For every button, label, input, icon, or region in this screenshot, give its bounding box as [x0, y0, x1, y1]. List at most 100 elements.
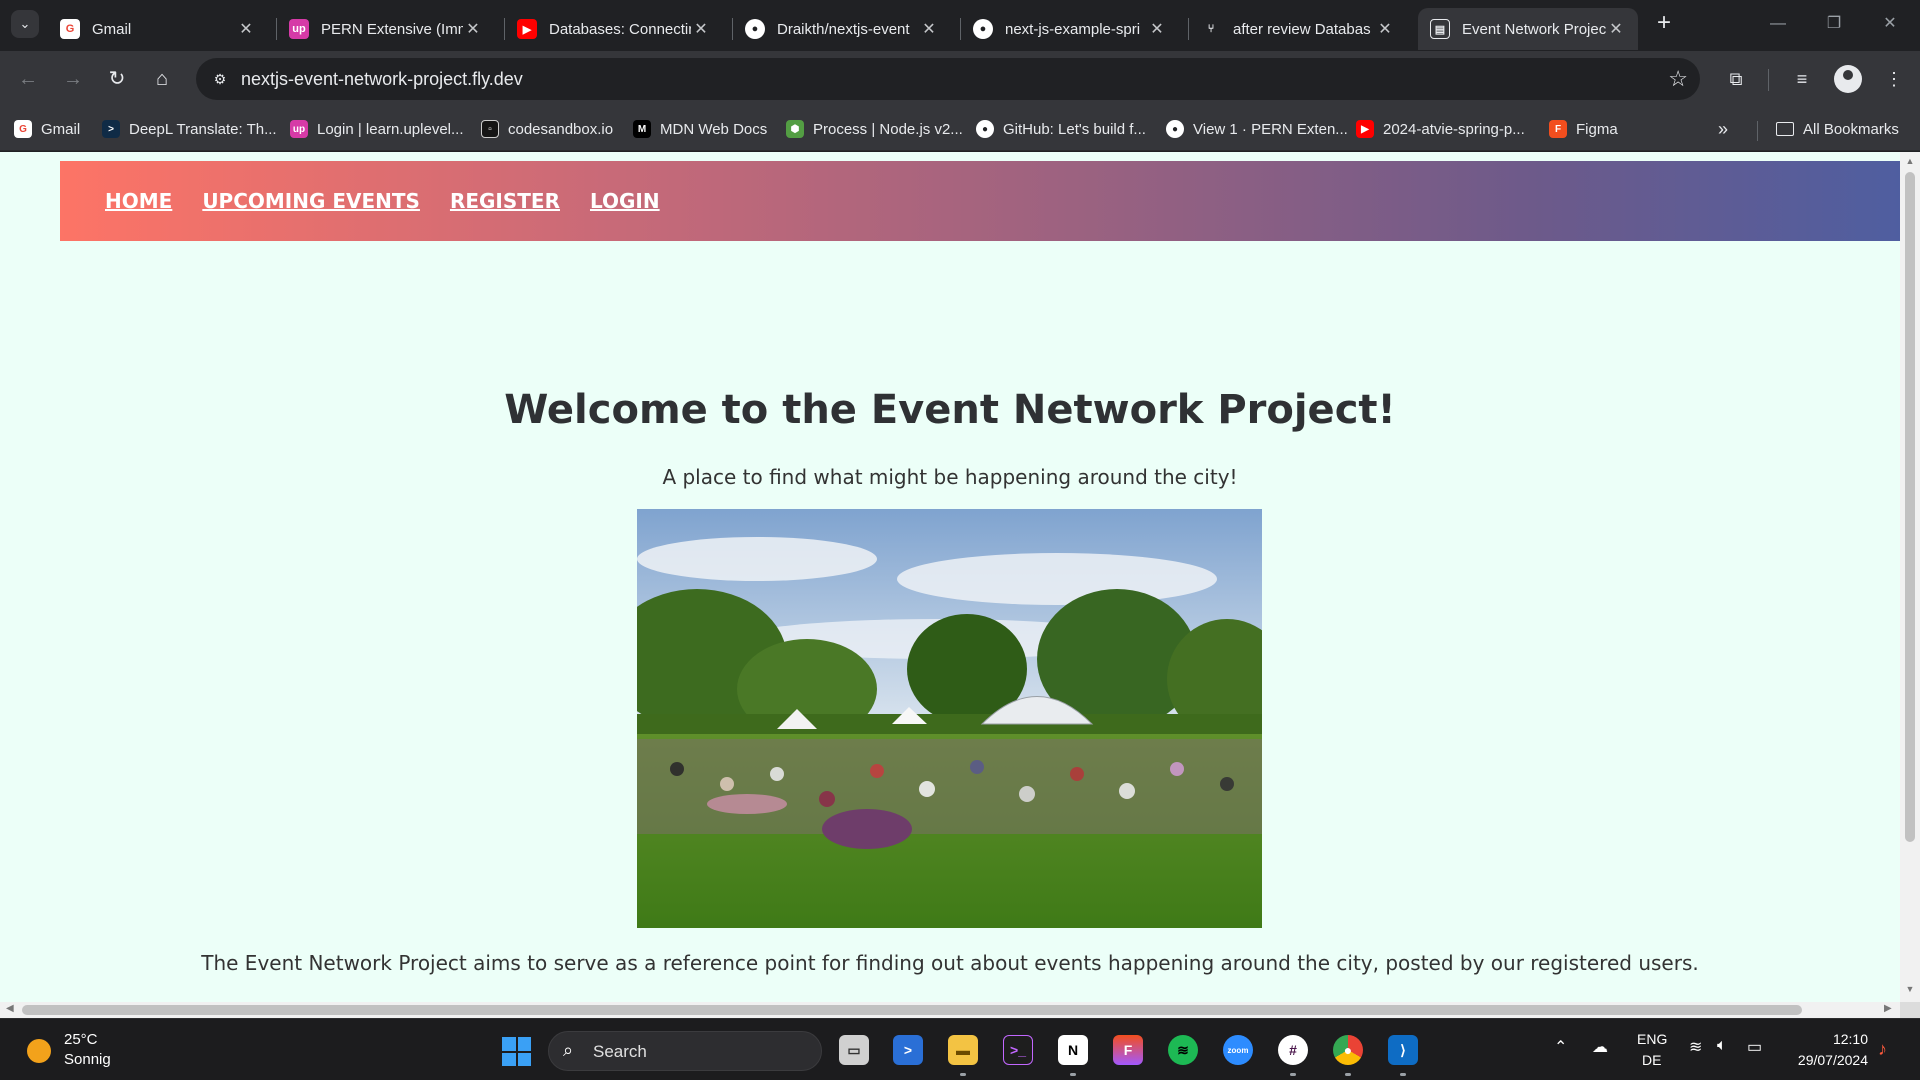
- bookmark-github[interactable]: ● GitHub: Let's build f...: [976, 117, 1146, 141]
- back-button[interactable]: ←: [12, 63, 44, 95]
- weather-temperature[interactable]: 25°C: [64, 1031, 98, 1048]
- bookmark-figma[interactable]: F Figma: [1549, 117, 1618, 141]
- github-icon: ●: [976, 120, 994, 138]
- all-bookmarks-button[interactable]: All Bookmarks: [1776, 117, 1899, 141]
- task-view-icon[interactable]: ▭: [839, 1035, 869, 1065]
- vertical-scroll-thumb[interactable]: [1905, 172, 1915, 842]
- window-close-button[interactable]: ✕: [1862, 8, 1918, 40]
- github-icon: ●: [973, 19, 993, 39]
- tab-after-review[interactable]: ⑂ after review Databas ✕: [1189, 8, 1407, 50]
- nav-login-link[interactable]: LOGIN: [590, 189, 660, 213]
- vscode-icon[interactable]: ⟩: [1388, 1035, 1418, 1065]
- close-icon[interactable]: ✕: [919, 19, 939, 39]
- horizontal-scroll-thumb[interactable]: [22, 1005, 1802, 1015]
- nav-home-link[interactable]: HOME: [105, 189, 172, 213]
- notion-icon[interactable]: N: [1058, 1035, 1088, 1065]
- tab-title: PERN Extensive (Imm: [321, 20, 463, 38]
- tab-github-nextjs-event[interactable]: ● Draikth/nextjs-event ✕: [733, 8, 951, 50]
- onedrive-icon[interactable]: ☁: [1592, 1037, 1608, 1057]
- notification-bell-icon[interactable]: ♪: [1878, 1039, 1887, 1060]
- clock-date[interactable]: 29/07/2024: [1768, 1052, 1868, 1068]
- close-icon[interactable]: ✕: [463, 19, 483, 39]
- all-bookmarks-label: All Bookmarks: [1803, 120, 1899, 138]
- minimize-button[interactable]: —: [1750, 8, 1806, 40]
- file-explorer-icon[interactable]: ▬: [948, 1035, 978, 1065]
- keyboard-layout-indicator[interactable]: DE: [1642, 1052, 1661, 1068]
- clock-time[interactable]: 12:10: [1788, 1031, 1868, 1047]
- bookmark-codesandbox[interactable]: ▫ codesandbox.io: [481, 117, 613, 141]
- github-icon: ●: [745, 19, 765, 39]
- terminal-icon[interactable]: >_: [1003, 1035, 1033, 1065]
- wifi-icon[interactable]: ≋: [1689, 1037, 1702, 1057]
- language-indicator[interactable]: ENG: [1637, 1031, 1667, 1047]
- taskbar-search[interactable]: ⌕ Search: [548, 1031, 822, 1071]
- tab-search-button[interactable]: ⌄: [11, 10, 39, 38]
- gmail-icon: G: [14, 120, 32, 138]
- close-icon[interactable]: ✕: [1606, 19, 1626, 39]
- close-icon[interactable]: ✕: [1147, 19, 1167, 39]
- zoom-icon[interactable]: zoom: [1223, 1035, 1253, 1065]
- home-button[interactable]: ⌂: [146, 63, 178, 95]
- nav-register-link[interactable]: REGISTER: [450, 189, 560, 213]
- close-icon[interactable]: ✕: [691, 19, 711, 39]
- weather-description[interactable]: Sonnig: [64, 1051, 111, 1068]
- youtube-icon: ▶: [1356, 120, 1374, 138]
- site-info-icon[interactable]: ⚙: [208, 67, 232, 91]
- address-bar[interactable]: ⚙ nextjs-event-network-project.fly.dev ☆: [196, 58, 1700, 100]
- app-running-indicator: [1400, 1073, 1406, 1076]
- slack-icon[interactable]: #: [1278, 1035, 1308, 1065]
- tab-event-network[interactable]: ▤ Event Network Projec ✕: [1418, 8, 1638, 50]
- volume-icon[interactable]: 🔈︎: [1717, 1037, 1727, 1055]
- extensions-icon[interactable]: ⧉: [1720, 63, 1752, 95]
- tab-title: Event Network Projec: [1462, 20, 1606, 38]
- page-icon: ▤: [1430, 19, 1450, 39]
- figma-icon[interactable]: F: [1113, 1035, 1143, 1065]
- github-icon: ●: [1166, 120, 1184, 138]
- profile-avatar[interactable]: [1834, 65, 1862, 93]
- bookmark-label: GitHub: Let's build f...: [1003, 120, 1146, 138]
- windows-start-icon[interactable]: [502, 1037, 531, 1066]
- chrome-icon[interactable]: ●: [1333, 1035, 1363, 1065]
- close-icon[interactable]: ✕: [236, 19, 256, 39]
- scroll-up-icon[interactable]: ▲: [1905, 156, 1915, 166]
- menu-icon[interactable]: ⋮: [1878, 63, 1910, 95]
- bookmark-github-view[interactable]: ● View 1 · PERN Exten...: [1166, 117, 1348, 141]
- vertical-scrollbar[interactable]: ▲ ▼: [1900, 152, 1920, 1002]
- close-icon[interactable]: ✕: [1375, 19, 1395, 39]
- sun-icon[interactable]: [27, 1039, 51, 1063]
- restore-button[interactable]: ❐: [1806, 8, 1862, 40]
- tab-databases[interactable]: ▶ Databases: Connectin ✕: [505, 8, 723, 50]
- battery-icon[interactable]: ▭: [1747, 1037, 1762, 1057]
- spotify-icon[interactable]: ≋: [1168, 1035, 1198, 1065]
- scroll-left-icon[interactable]: ◀: [6, 1003, 14, 1014]
- media-control-icon[interactable]: ≡: [1786, 63, 1818, 95]
- reload-button[interactable]: ↻: [101, 63, 133, 95]
- app-running-indicator: [1345, 1073, 1351, 1076]
- tab-pern-extensive[interactable]: up PERN Extensive (Imm ✕: [277, 8, 495, 50]
- deepl-icon: >: [102, 120, 120, 138]
- new-tab-button[interactable]: +: [1652, 11, 1676, 36]
- tab-github-example[interactable]: ● next-js-example-spri ✕: [961, 8, 1179, 50]
- scroll-down-icon[interactable]: ▼: [1905, 984, 1915, 994]
- bookmark-gmail[interactable]: G Gmail: [14, 117, 80, 141]
- bookmark-star-icon[interactable]: ☆: [1668, 66, 1688, 92]
- scroll-right-icon[interactable]: ▶: [1884, 1003, 1892, 1014]
- horizontal-scrollbar[interactable]: ◀ ▶: [0, 1002, 1900, 1018]
- bookmark-youtube[interactable]: ▶ 2024-atvie-spring-p...: [1356, 117, 1525, 141]
- youtube-icon: ▶: [517, 19, 537, 39]
- bookmark-nodejs[interactable]: ⬢ Process | Node.js v2...: [786, 117, 963, 141]
- tab-gmail[interactable]: G Gmail ✕: [48, 8, 268, 50]
- tray-overflow-icon[interactable]: ⌃: [1554, 1037, 1567, 1057]
- bookmark-label: codesandbox.io: [508, 120, 614, 138]
- url-text[interactable]: nextjs-event-network-project.fly.dev: [241, 69, 523, 90]
- scrollbar-corner: [1900, 1002, 1920, 1018]
- forward-button[interactable]: →: [57, 63, 89, 95]
- search-icon: ⌕: [563, 1040, 574, 1060]
- bookmark-uplevel[interactable]: up Login | learn.uplevel...: [290, 117, 464, 141]
- nav-upcoming-events-link[interactable]: UPCOMING EVENTS: [202, 189, 420, 213]
- uplevel-icon: up: [290, 120, 308, 138]
- bookmark-deepl[interactable]: > DeepL Translate: Th...: [102, 117, 277, 141]
- bookmark-mdn[interactable]: M MDN Web Docs: [633, 117, 767, 141]
- powershell-icon[interactable]: >: [893, 1035, 923, 1065]
- more-bookmarks-icon[interactable]: »: [1718, 119, 1728, 140]
